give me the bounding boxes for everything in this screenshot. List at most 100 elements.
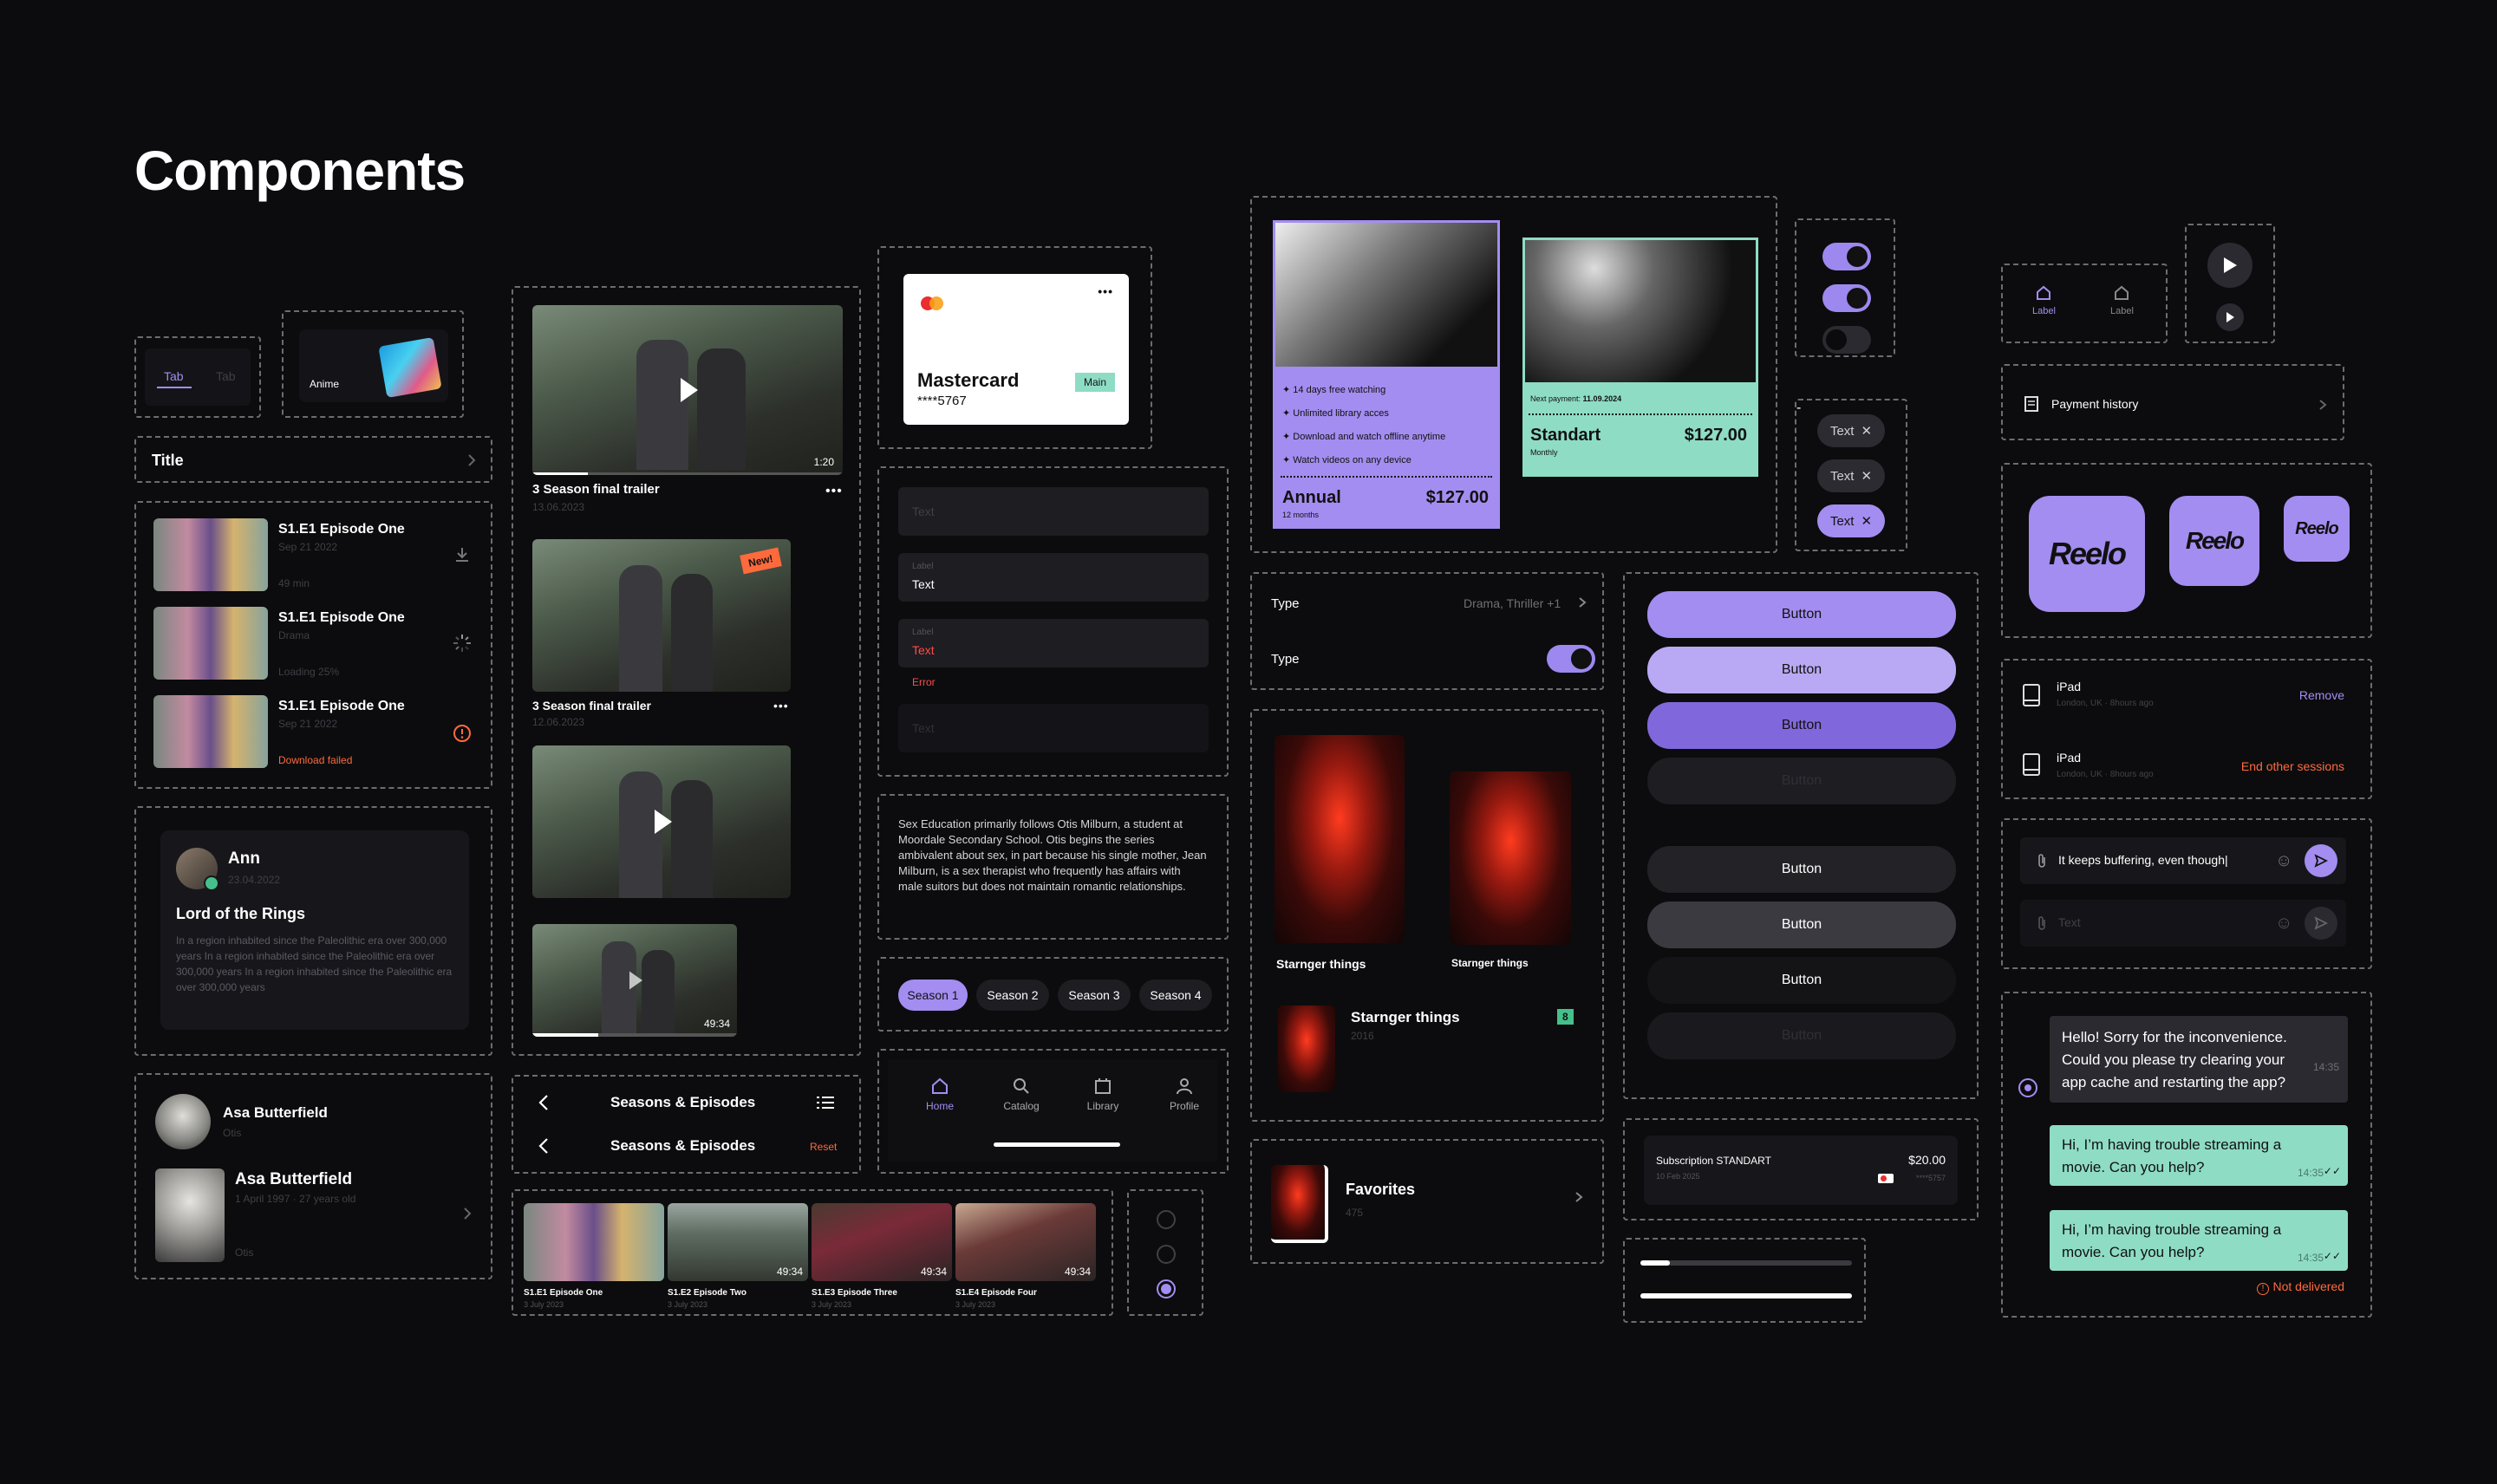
emoji-icon[interactable]: ☺: [2275, 914, 2292, 934]
episode-thumb[interactable]: 49:34: [955, 1203, 1096, 1281]
list-icon[interactable]: [817, 1096, 834, 1110]
play-icon[interactable]: [670, 373, 705, 407]
play-button-large[interactable]: [2207, 243, 2253, 288]
chips-box: - Text ✕ Text ✕ Text ✕: [1795, 399, 1907, 551]
primary-button-disabled[interactable]: Button: [1647, 758, 1956, 804]
reset-button[interactable]: Reset: [810, 1141, 837, 1153]
video-thumb[interactable]: [532, 745, 791, 898]
filter-type-value[interactable]: Drama, Thriller +1: [1464, 596, 1561, 610]
send-button-disabled[interactable]: [2305, 907, 2337, 940]
episode-thumb[interactable]: [153, 695, 268, 768]
nav-profile[interactable]: Profile: [1158, 1077, 1210, 1112]
episode-thumb[interactable]: [153, 518, 268, 591]
secondary-button-hover[interactable]: Button: [1647, 901, 1956, 948]
chat-box: Hello! Sorry for the inconvenience. Coul…: [2001, 992, 2372, 1318]
text-input[interactable]: Label Text: [898, 553, 1209, 602]
plan-feature: ✦ Unlimited library acces: [1282, 408, 1389, 419]
chip[interactable]: Text ✕: [1817, 459, 1885, 492]
chip[interactable]: Text ✕: [1817, 414, 1885, 447]
error-icon[interactable]: [452, 723, 473, 744]
play-icon[interactable]: [644, 804, 679, 839]
category-card[interactable]: Anime: [299, 329, 448, 402]
secondary-button[interactable]: Button: [1647, 846, 1956, 893]
video-thumb[interactable]: 1:20: [532, 305, 843, 475]
chevron-right-icon[interactable]: [466, 453, 478, 467]
radio-unchecked[interactable]: [1157, 1210, 1176, 1229]
payment-card[interactable]: ••• Mastercard ****5767 Main: [903, 274, 1129, 425]
nav-catalog[interactable]: Catalog: [995, 1077, 1047, 1112]
poster[interactable]: [1275, 735, 1405, 943]
tab-active[interactable]: Tab: [164, 369, 184, 383]
primary-button-pressed[interactable]: Button: [1647, 702, 1956, 749]
favorites-cover: [1271, 1165, 1328, 1243]
card-main-badge: Main: [1074, 373, 1115, 392]
remove-session-button[interactable]: Remove: [2299, 688, 2344, 702]
episode-thumb[interactable]: 49:34: [668, 1203, 808, 1281]
primary-button-hover[interactable]: Button: [1647, 647, 1956, 693]
subscription-card[interactable]: Subscription STANDART 10 Feb 2025 $20.00…: [1644, 1136, 1958, 1205]
text-input-disabled[interactable]: Text: [898, 704, 1209, 752]
primary-button[interactable]: Button: [1647, 591, 1956, 638]
video-thumb[interactable]: New!: [532, 539, 791, 692]
filter-box: Type Drama, Thriller +1 Type: [1250, 572, 1604, 690]
plan-card-standart[interactable]: Next payment: 11.09.2024 Standart $127.0…: [1522, 238, 1758, 477]
payment-history-label[interactable]: Payment history: [2051, 397, 2138, 411]
chip-selected[interactable]: Text ✕: [1817, 504, 1885, 537]
download-icon[interactable]: [453, 546, 471, 563]
tab-inactive[interactable]: Tab: [216, 369, 236, 383]
chevron-right-icon[interactable]: [1574, 1191, 1583, 1203]
season-pill[interactable]: Season 4: [1139, 980, 1212, 1011]
back-arrow-icon[interactable]: [538, 1094, 550, 1111]
toggle-on[interactable]: [1822, 243, 1871, 270]
episode-thumb[interactable]: [153, 607, 268, 680]
close-icon[interactable]: ✕: [1861, 513, 1872, 529]
attach-icon[interactable]: [2036, 915, 2048, 931]
season-pill-active[interactable]: Season 1: [898, 980, 968, 1011]
play-button-small[interactable]: [2216, 303, 2244, 331]
more-icon[interactable]: •••: [773, 699, 789, 713]
close-icon[interactable]: ✕: [1861, 468, 1872, 484]
chevron-right-icon[interactable]: [1578, 596, 1587, 609]
secondary-button-pressed[interactable]: Button: [1647, 957, 1956, 1004]
poster[interactable]: [1278, 1006, 1335, 1092]
more-icon[interactable]: •••: [825, 484, 843, 499]
small-tab-active[interactable]: Label: [2032, 284, 2056, 316]
secondary-button-disabled[interactable]: Button: [1647, 1012, 1956, 1059]
close-icon[interactable]: ✕: [1861, 423, 1872, 439]
send-button[interactable]: [2305, 844, 2337, 877]
chat-input-empty[interactable]: Text ☺: [2020, 900, 2346, 947]
chevron-right-icon[interactable]: [2318, 399, 2327, 411]
plan-card-annual[interactable]: ✦ 14 days free watching ✦ Unlimited libr…: [1273, 220, 1500, 529]
poster[interactable]: [1450, 771, 1571, 945]
poster-row-title[interactable]: Starnger things: [1351, 1009, 1460, 1026]
input-label: Label: [912, 628, 934, 637]
video-thumb[interactable]: 49:34: [532, 924, 737, 1037]
radio-checked[interactable]: [1157, 1279, 1176, 1298]
episode-thumb[interactable]: [524, 1203, 664, 1281]
not-delivered-status[interactable]: ! Not delivered: [2257, 1279, 2344, 1295]
emoji-icon[interactable]: ☺: [2275, 851, 2292, 871]
back-arrow-icon[interactable]: [538, 1137, 550, 1155]
favorites-title[interactable]: Favorites: [1346, 1181, 1415, 1199]
text-input[interactable]: Text: [898, 487, 1209, 536]
text-input-error[interactable]: Label Text: [898, 619, 1209, 667]
chat-input[interactable]: It keeps buffering, even though| ☺: [2020, 837, 2346, 884]
toggle-off[interactable]: [1822, 326, 1871, 354]
radio-unchecked[interactable]: [1157, 1245, 1176, 1264]
season-pill[interactable]: Season 3: [1058, 980, 1131, 1011]
toggle-on[interactable]: [1822, 284, 1871, 312]
end-sessions-button[interactable]: End other sessions: [2241, 759, 2344, 773]
episode-thumb[interactable]: 49:34: [812, 1203, 952, 1281]
season-pill[interactable]: Season 2: [976, 980, 1049, 1011]
cast-name[interactable]: Asa Butterfield: [235, 1170, 352, 1189]
small-tab[interactable]: Label: [2110, 284, 2134, 316]
review-card[interactable]: Ann 23.04.2022 Lord of the Rings In a re…: [160, 830, 469, 1030]
filter-toggle[interactable]: [1547, 645, 1595, 673]
nav-library[interactable]: Library: [1077, 1077, 1129, 1112]
cast-name[interactable]: Asa Butterfield: [223, 1104, 328, 1122]
nav-home[interactable]: Home: [914, 1077, 966, 1112]
chevron-right-icon[interactable]: [462, 1207, 473, 1220]
more-icon[interactable]: •••: [1098, 284, 1113, 298]
play-icon[interactable]: [622, 967, 648, 993]
attach-icon[interactable]: [2036, 853, 2048, 869]
